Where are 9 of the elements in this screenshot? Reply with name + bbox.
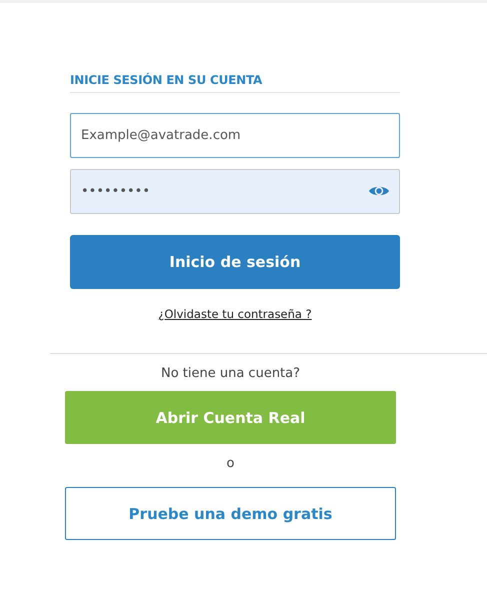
password-field[interactable]: ••••••••• (70, 169, 400, 214)
login-button[interactable]: Inicio de sesión (70, 235, 400, 289)
eye-icon[interactable] (369, 184, 389, 198)
forgot-password-link[interactable]: ¿Olvidaste tu contraseña ? (158, 307, 312, 321)
no-account-text: No tiene una cuenta? (160, 366, 302, 381)
email-field[interactable]: Example@avatrade.com (70, 113, 400, 158)
form-heading: INICIE SESIÓN EN SU CUENTA (70, 73, 400, 93)
or-text: o (226, 456, 236, 471)
demo-button[interactable]: Pruebe una demo gratis (65, 487, 396, 540)
